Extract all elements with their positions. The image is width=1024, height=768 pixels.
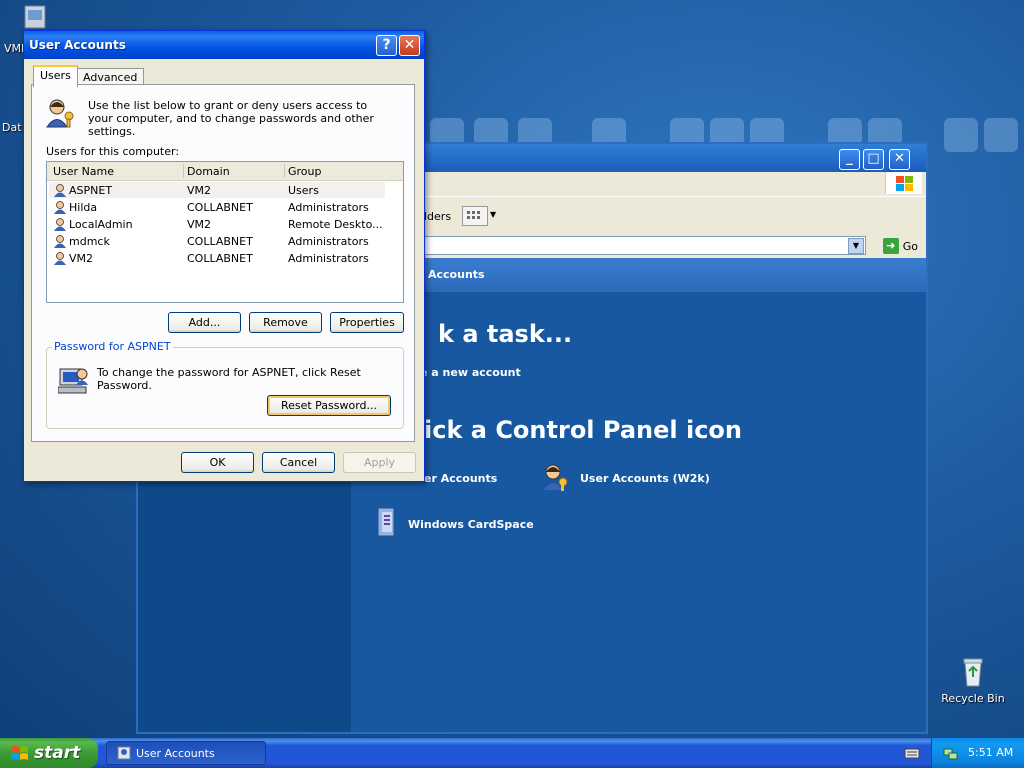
users-icon — [45, 98, 77, 128]
pick-icon-heading: ick a Control Panel icon — [424, 416, 742, 444]
views-icon[interactable] — [462, 206, 488, 226]
user-accounts-w2k-icon — [541, 462, 571, 492]
add-user-button[interactable]: Add... — [168, 312, 241, 333]
user-icon — [53, 217, 67, 231]
desktop-tile — [984, 118, 1018, 152]
user-icon — [53, 200, 67, 214]
password-instructions: To change the password for ASPNET, click… — [97, 366, 361, 392]
cardspace-item[interactable]: Windows CardSpace — [408, 518, 534, 531]
table-row[interactable]: Hilda COLLABNET Administrators — [49, 199, 385, 215]
create-account-link[interactable]: e a new account — [420, 366, 521, 379]
user-icon — [53, 251, 67, 265]
user-accounts-dialog[interactable]: User Accounts ? ✕ Users Advanced Use the… — [23, 30, 425, 482]
user-accounts-small-icon — [117, 746, 131, 760]
list-header: User Name Domain Group — [47, 162, 403, 181]
table-row[interactable]: ASPNET VM2 Users — [49, 182, 385, 198]
folders-button-label[interactable]: lders — [424, 210, 451, 223]
windows-logo-icon — [885, 172, 922, 194]
password-group-legend: Password for ASPNET — [52, 340, 173, 353]
maximize-button[interactable]: □ — [863, 149, 884, 170]
table-row[interactable]: LocalAdmin VM2 Remote Deskto... — [49, 216, 385, 232]
column-domain[interactable]: Domain — [187, 165, 230, 178]
intro-text: Use the list below to grant or deny user… — [88, 99, 374, 138]
remove-user-button[interactable]: Remove — [249, 312, 322, 333]
table-row[interactable]: mdmck COLLABNET Administrators — [49, 233, 385, 249]
ok-button[interactable]: OK — [181, 452, 254, 473]
user-icon — [53, 183, 67, 197]
cardspace-icon — [374, 506, 398, 538]
dialog-titlebar[interactable]: User Accounts ? ✕ — [24, 31, 424, 59]
user-accounts-w2k-item[interactable]: User Accounts (W2k) — [580, 472, 710, 485]
taskbar-item-user-accounts[interactable]: User Accounts — [106, 741, 266, 765]
network-icon[interactable] — [942, 745, 958, 761]
cancel-button[interactable]: Cancel — [262, 452, 335, 473]
properties-button[interactable]: Properties — [330, 312, 404, 333]
users-list-label: Users for this computer: — [46, 145, 180, 158]
desktop-tile — [944, 118, 978, 152]
dialog-close-button[interactable]: ✕ — [399, 35, 420, 56]
go-button[interactable]: ➜ Go — [882, 238, 918, 254]
reset-password-button[interactable]: Reset Password... — [267, 395, 391, 416]
taskbar: start User Accounts 5:51 AM — [0, 738, 1024, 768]
go-arrow-icon: ➜ — [882, 238, 899, 254]
start-button[interactable]: start — [0, 738, 98, 768]
users-list[interactable]: User Name Domain Group ASPNET VM2 Users … — [46, 161, 404, 303]
users-tab-panel: Use the list below to grant or deny user… — [31, 84, 415, 442]
user-accounts-item[interactable]: er Accounts — [424, 472, 497, 485]
pick-task-heading: k a task... — [438, 320, 573, 348]
close-button[interactable]: ✕ — [889, 149, 910, 170]
column-user-name[interactable]: User Name — [53, 165, 114, 178]
minimize-button[interactable]: _ — [839, 149, 860, 170]
column-group[interactable]: Group — [288, 165, 322, 178]
system-tray: 5:51 AM — [931, 738, 1024, 768]
views-dropdown-icon[interactable]: ▼ — [490, 210, 496, 219]
recycle-bin-icon — [957, 656, 989, 688]
keyboard-icon[interactable] — [904, 746, 920, 760]
clock[interactable]: 5:51 AM — [968, 746, 1013, 759]
password-computer-icon — [57, 365, 92, 397]
windows-flag-icon — [10, 744, 30, 762]
desktop-icon-recycle-bin[interactable]: Recycle Bin — [938, 656, 1008, 705]
dialog-title: User Accounts — [29, 38, 126, 52]
user-icon — [53, 234, 67, 248]
table-row[interactable]: VM2 COLLABNET Administrators — [49, 250, 385, 266]
tab-users[interactable]: Users — [33, 65, 78, 87]
apply-button[interactable]: Apply — [343, 452, 416, 473]
help-button[interactable]: ? — [376, 35, 397, 56]
address-dropdown-icon[interactable]: ▼ — [848, 238, 864, 254]
